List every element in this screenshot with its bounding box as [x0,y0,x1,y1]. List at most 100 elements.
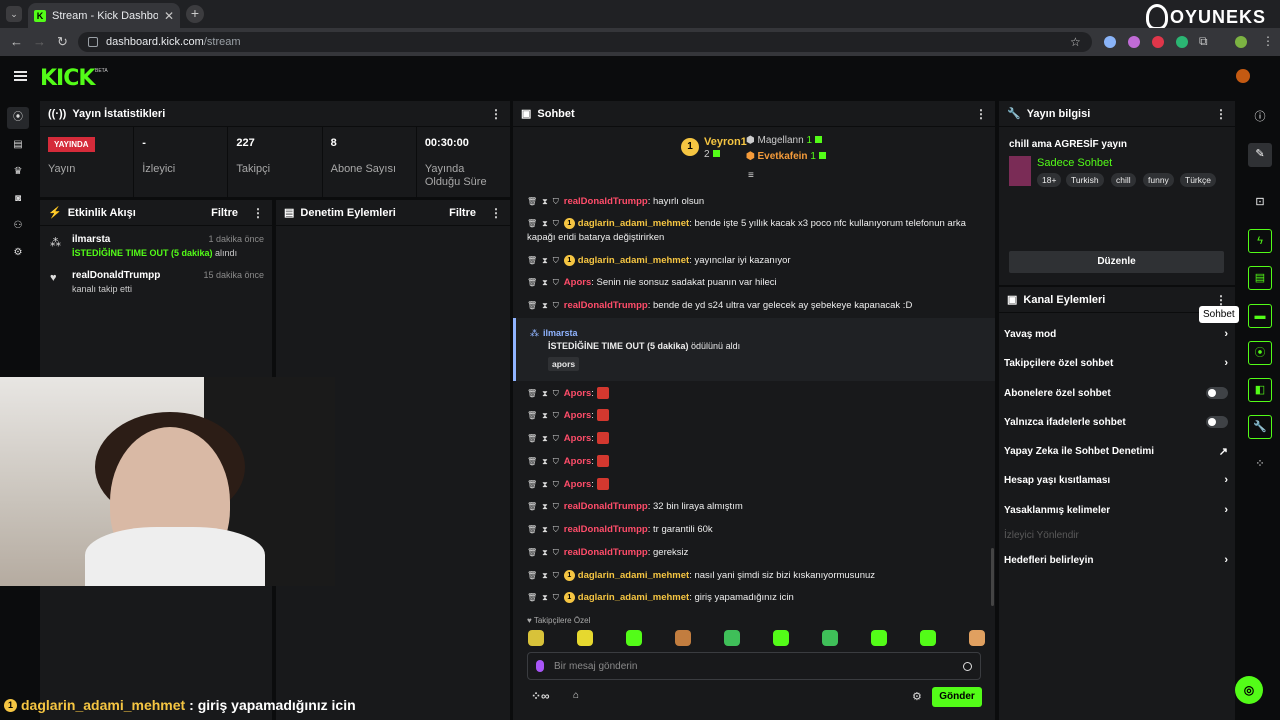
store-icon[interactable]: ⌂ [573,690,579,701]
category-thumbnail[interactable] [1009,156,1031,186]
chat-username[interactable]: Apors [564,277,591,288]
timeout-icon[interactable]: ⧗ [542,278,548,287]
first-place-user[interactable]: Veyron1 [704,136,747,148]
help-headset-icon[interactable]: ◎ [1235,676,1263,704]
share-icon[interactable]: ⁘ [1248,453,1272,477]
more-options-icon[interactable]: ⋮ [975,107,987,121]
analytics-icon[interactable]: ▤ [10,137,26,153]
delete-icon[interactable]: 🗑 [527,219,537,228]
timeout-icon[interactable]: ⧗ [542,480,548,489]
chat-icon[interactable]: ▬ [1248,304,1272,328]
more-options-icon[interactable]: ⋮ [1215,107,1227,121]
hamburger-menu-icon[interactable] [14,71,27,81]
chat-username[interactable]: Apors [564,433,591,444]
delete-icon[interactable]: 🗑 [527,593,537,602]
redeem-user[interactable]: ilmarsta [543,328,578,338]
chat-username[interactable]: daglarin_adami_mehmet [578,592,689,603]
delete-icon[interactable]: 🗑 [527,278,537,287]
extensions-puzzle-icon[interactable]: ⧉ [1199,34,1208,49]
chat-username[interactable]: Apors [564,479,591,490]
chat-settings-icon[interactable]: ⚙ [912,690,922,703]
activity-user[interactable]: realDonaldTrumpp [72,270,160,281]
timeout-icon[interactable]: ⧗ [542,502,548,511]
timeout-icon[interactable]: ⧗ [542,548,548,557]
delete-icon[interactable]: 🗑 [527,389,537,398]
back-icon[interactable]: ← [10,34,23,49]
settings-gear-icon[interactable]: ⚙ [10,245,26,261]
moderation-filter-button[interactable]: Filtre [449,207,476,219]
timeout-icon[interactable]: ⧗ [542,593,548,602]
chat-scrollbar[interactable] [991,548,994,606]
delete-icon[interactable]: 🗑 [527,197,537,206]
close-tab-icon[interactable]: ✕ [164,9,174,23]
chat-username[interactable]: realDonaldTrumpp [564,501,648,512]
second-place-user[interactable]: Magellann [758,135,804,146]
emote-icon[interactable] [577,630,593,646]
tab-search-button[interactable]: ⌄ [6,6,22,22]
subscribers-only-toggle[interactable] [1206,387,1228,399]
emoji-icon[interactable] [963,661,972,671]
timeout-icon[interactable]: ⧗ [542,525,548,534]
tools-wrench-icon[interactable]: 🔧 [1248,415,1272,439]
chat-username[interactable]: daglarin_adami_mehmet [578,218,689,229]
moderation-doc-icon[interactable]: ▤ [1248,266,1272,290]
timeout-icon[interactable]: ⧗ [542,197,548,206]
goals-row[interactable]: Hedefleri belirleyin › [1004,552,1228,568]
timeout-icon[interactable]: ⧗ [542,256,548,265]
banned-words-row[interactable]: Yasaklanmış kelimeler › [1004,502,1228,518]
emote-icon[interactable] [626,630,642,646]
followers-only-row[interactable]: Takipçilere özel sohbet › [1004,355,1228,371]
delete-icon[interactable]: 🗑 [527,434,537,443]
url-field[interactable]: dashboard.kick.com/stream [78,32,1092,52]
delete-icon[interactable]: 🗑 [527,411,537,420]
chat-username[interactable]: realDonaldTrumpp [564,300,648,311]
sadakat-points-icon[interactable]: ⁘∞ [531,689,550,703]
chat-username[interactable]: Apors [564,456,591,467]
emote-icon[interactable] [675,630,691,646]
user-avatar[interactable] [1236,69,1250,83]
activity-filter-button[interactable]: Filtre [211,207,238,219]
delete-icon[interactable]: 🗑 [527,480,537,489]
extension-icon[interactable] [1104,36,1116,48]
chat-username[interactable]: daglarin_adami_mehmet [578,570,689,581]
browser-tab[interactable]: K Stream - Kick Dashboard ✕ [28,3,180,28]
reload-icon[interactable]: ↻ [57,34,68,50]
delete-icon[interactable]: 🗑 [527,548,537,557]
new-tab-button[interactable]: + [186,5,204,23]
chat-input[interactable]: Bir mesaj gönderin [527,652,981,680]
timeout-icon[interactable]: ⧗ [542,411,548,420]
delete-icon[interactable]: 🗑 [527,502,537,511]
timeout-icon[interactable]: ⧗ [542,434,548,443]
extension-icon[interactable] [1152,36,1164,48]
activity-lightning-icon[interactable]: ϟ [1248,229,1272,253]
emote-icon[interactable] [528,630,544,646]
chat-collapse-icon[interactable]: ≡ [748,170,754,181]
delete-icon[interactable]: 🗑 [527,256,537,265]
chat-username[interactable]: daglarin_adami_mehmet [578,255,689,266]
chat-username[interactable]: realDonaldTrumpp [564,524,648,535]
delete-icon[interactable]: 🗑 [527,571,537,580]
kick-logo[interactable]: KICK [40,66,95,91]
emotes-only-toggle[interactable] [1206,416,1228,428]
third-place-user[interactable]: Evetkafein [758,151,808,162]
more-options-icon[interactable]: ⋮ [490,107,502,121]
emote-icon[interactable] [871,630,887,646]
emote-icon[interactable] [724,630,740,646]
stream-broadcast-icon[interactable]: ⦿ [10,110,26,126]
more-options-icon[interactable]: ⋮ [252,206,264,220]
broadcast-icon[interactable]: ⦿ [1248,341,1272,365]
chat-username[interactable]: Apors [564,388,591,399]
timeout-icon[interactable]: ⧗ [542,457,548,466]
emote-icon[interactable] [920,630,936,646]
account-age-row[interactable]: Hesap yaşı kısıtlaması › [1004,472,1228,488]
send-button[interactable]: Gönder [932,687,982,707]
delete-icon[interactable]: 🗑 [527,457,537,466]
camera-focus-icon[interactable]: ⊡ [1248,191,1272,215]
profile-avatar[interactable] [1235,36,1247,48]
delete-icon[interactable]: 🗑 [527,301,537,310]
timeout-icon[interactable]: ⧗ [542,571,548,580]
forward-icon[interactable]: → [33,34,46,49]
chat-username[interactable]: Apors [564,410,591,421]
edit-pencil-icon[interactable]: ✎ [1248,143,1272,167]
edit-stream-button[interactable]: Düzenle [1009,251,1224,273]
